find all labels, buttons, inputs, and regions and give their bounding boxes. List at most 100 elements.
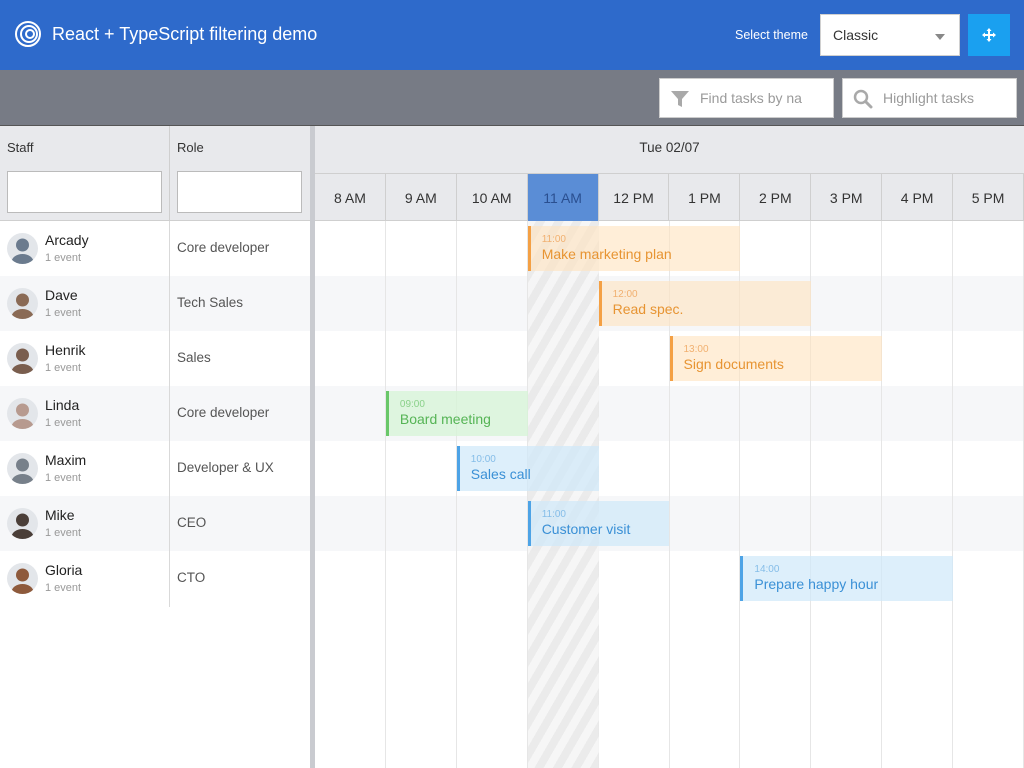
- event-count: 1 event: [45, 252, 82, 264]
- event-time: 11:00: [541, 509, 566, 520]
- hours-row: 8 AM 9 AM 10 AM 11 AM 12 PM 1 PM 2 PM 3 PM 4 PM 5…: [315, 173, 1024, 221]
- staff-row[interactable]: Henrik 1 event Sales: [0, 331, 312, 386]
- column-title-role: Role: [177, 140, 204, 155]
- schedule-row[interactable]: [315, 441, 1024, 496]
- fullscreen-button[interactable]: [968, 14, 1010, 56]
- hour-header: 4 PM: [882, 174, 954, 221]
- event-time: 11:00: [541, 234, 566, 245]
- column-title-staff: Staff: [7, 140, 34, 155]
- move-arrows-icon: [982, 28, 996, 42]
- grid-body: Arcady 1 event Core developer Dave 1 event Te…: [0, 221, 312, 768]
- staff-name: Mike: [45, 507, 75, 523]
- avatar: [7, 288, 38, 319]
- event-count: 1 event: [45, 417, 82, 429]
- event-time: 09:00: [399, 399, 425, 410]
- staff-role: Core developer: [177, 405, 270, 420]
- staff-row[interactable]: Maxim 1 event Developer & UX: [0, 441, 312, 496]
- date-header: Tue 02/07: [639, 140, 700, 155]
- event-count: 1 event: [45, 362, 82, 374]
- theme-select[interactable]: Classic: [820, 14, 960, 56]
- column-header-role[interactable]: Role: [170, 126, 312, 221]
- staff-role: Tech Sales: [177, 295, 244, 310]
- avatar: [7, 343, 38, 374]
- schedule-body[interactable]: 11:00 Make marketing plan 12:00 Read spec. 1…: [315, 221, 1024, 768]
- event-count: 1 event: [45, 472, 82, 484]
- hour-header: 2 PM: [740, 174, 812, 221]
- highlight-tasks-input[interactable]: Highlight tasks: [842, 78, 1017, 118]
- hour-header: 1 PM: [670, 174, 741, 221]
- toolbar: Find tasks by na Highlight tasks: [0, 70, 1024, 126]
- hour-gridline: [952, 221, 954, 768]
- staff-row[interactable]: Linda 1 event Core developer: [0, 386, 312, 441]
- event-name: Make marketing plan: [541, 246, 672, 262]
- event-bar[interactable]: 12:00 Read spec.: [598, 281, 812, 326]
- staff-row[interactable]: Dave 1 event Tech Sales: [0, 276, 312, 331]
- event-name: Board meeting: [399, 411, 491, 427]
- theme-select-value: Classic: [833, 27, 879, 43]
- filter-icon: [671, 91, 689, 107]
- current-hour-band: [527, 221, 599, 768]
- event-bar[interactable]: 14:00 Prepare happy hour: [740, 556, 954, 601]
- staff-name: Maxim: [45, 452, 87, 468]
- hour-header: 8 AM: [315, 174, 386, 221]
- event-count: 1 event: [45, 582, 82, 594]
- event-bar[interactable]: 09:00 Board meeting: [385, 391, 528, 436]
- avatar: [7, 508, 38, 539]
- event-count: 1 event: [45, 527, 82, 539]
- staff-name: Henrik: [45, 342, 86, 358]
- hour-header: 3 PM: [811, 174, 883, 221]
- role-filter-input[interactable]: [177, 171, 302, 213]
- event-time: 13:00: [683, 344, 709, 355]
- staff-name: Gloria: [45, 562, 83, 578]
- highlight-tasks-placeholder: Highlight tasks: [883, 90, 975, 106]
- event-name: Sign documents: [683, 356, 784, 372]
- event-bar[interactable]: 11:00 Make marketing plan: [527, 226, 741, 271]
- search-icon: [853, 89, 873, 109]
- event-bar[interactable]: 11:00 Customer visit: [527, 501, 670, 546]
- hour-header: 12 PM: [599, 174, 670, 221]
- staff-role: Core developer: [177, 240, 270, 255]
- staff-role: Sales: [177, 350, 211, 365]
- staff-row[interactable]: Gloria 1 event CTO: [0, 551, 312, 606]
- staff-name: Arcady: [45, 232, 89, 248]
- staff-role: Developer & UX: [177, 460, 274, 475]
- hour-header: 9 AM: [386, 174, 457, 221]
- staff-name: Linda: [45, 397, 80, 413]
- app-title: React + TypeScript filtering demo: [52, 24, 318, 44]
- hour-header: 11 AM: [527, 174, 599, 221]
- event-name: Prepare happy hour: [754, 576, 879, 592]
- avatar: [7, 563, 38, 594]
- staff-filter-input[interactable]: [7, 171, 162, 213]
- event-name: Read spec.: [612, 301, 684, 317]
- staff-role: CTO: [177, 570, 206, 585]
- event-count: 1 event: [45, 307, 82, 319]
- staff-role: CEO: [177, 515, 207, 530]
- avatar: [7, 233, 38, 264]
- column-divider: [169, 221, 170, 607]
- event-bar[interactable]: 10:00 Sales call: [456, 446, 599, 491]
- schedule-row[interactable]: [315, 496, 1024, 551]
- event-name: Customer visit: [541, 521, 631, 537]
- swirl-logo-icon: [15, 21, 41, 47]
- event-time: 12:00: [612, 289, 638, 300]
- avatar: [7, 398, 38, 429]
- theme-label: Select theme: [735, 28, 808, 42]
- staff-row[interactable]: Mike 1 event CEO: [0, 496, 312, 551]
- staff-name: Dave: [45, 287, 78, 303]
- schedule-header: Tue 02/07 8 AM 9 AM 10 AM 11 AM 12 PM 1 PM 2 P…: [315, 126, 1024, 221]
- chevron-down-icon: [935, 34, 945, 40]
- grid-header: Staff Role: [0, 126, 312, 221]
- hour-gridline: [881, 221, 883, 768]
- find-tasks-placeholder: Find tasks by na: [700, 90, 802, 106]
- event-time: 14:00: [754, 564, 780, 575]
- event-time: 10:00: [470, 454, 496, 465]
- event-name: Sales call: [470, 466, 531, 482]
- event-bar[interactable]: 13:00 Sign documents: [669, 336, 883, 381]
- staff-row[interactable]: Arcady 1 event Core developer: [0, 221, 312, 276]
- hour-header: 10 AM: [457, 174, 528, 221]
- app-header: React + TypeScript filtering demo Select…: [0, 0, 1024, 70]
- find-tasks-input[interactable]: Find tasks by na: [659, 78, 834, 118]
- hour-header: 5 PM: [953, 174, 1024, 221]
- hour-gridline: [455, 221, 457, 768]
- column-header-staff[interactable]: Staff: [0, 126, 170, 221]
